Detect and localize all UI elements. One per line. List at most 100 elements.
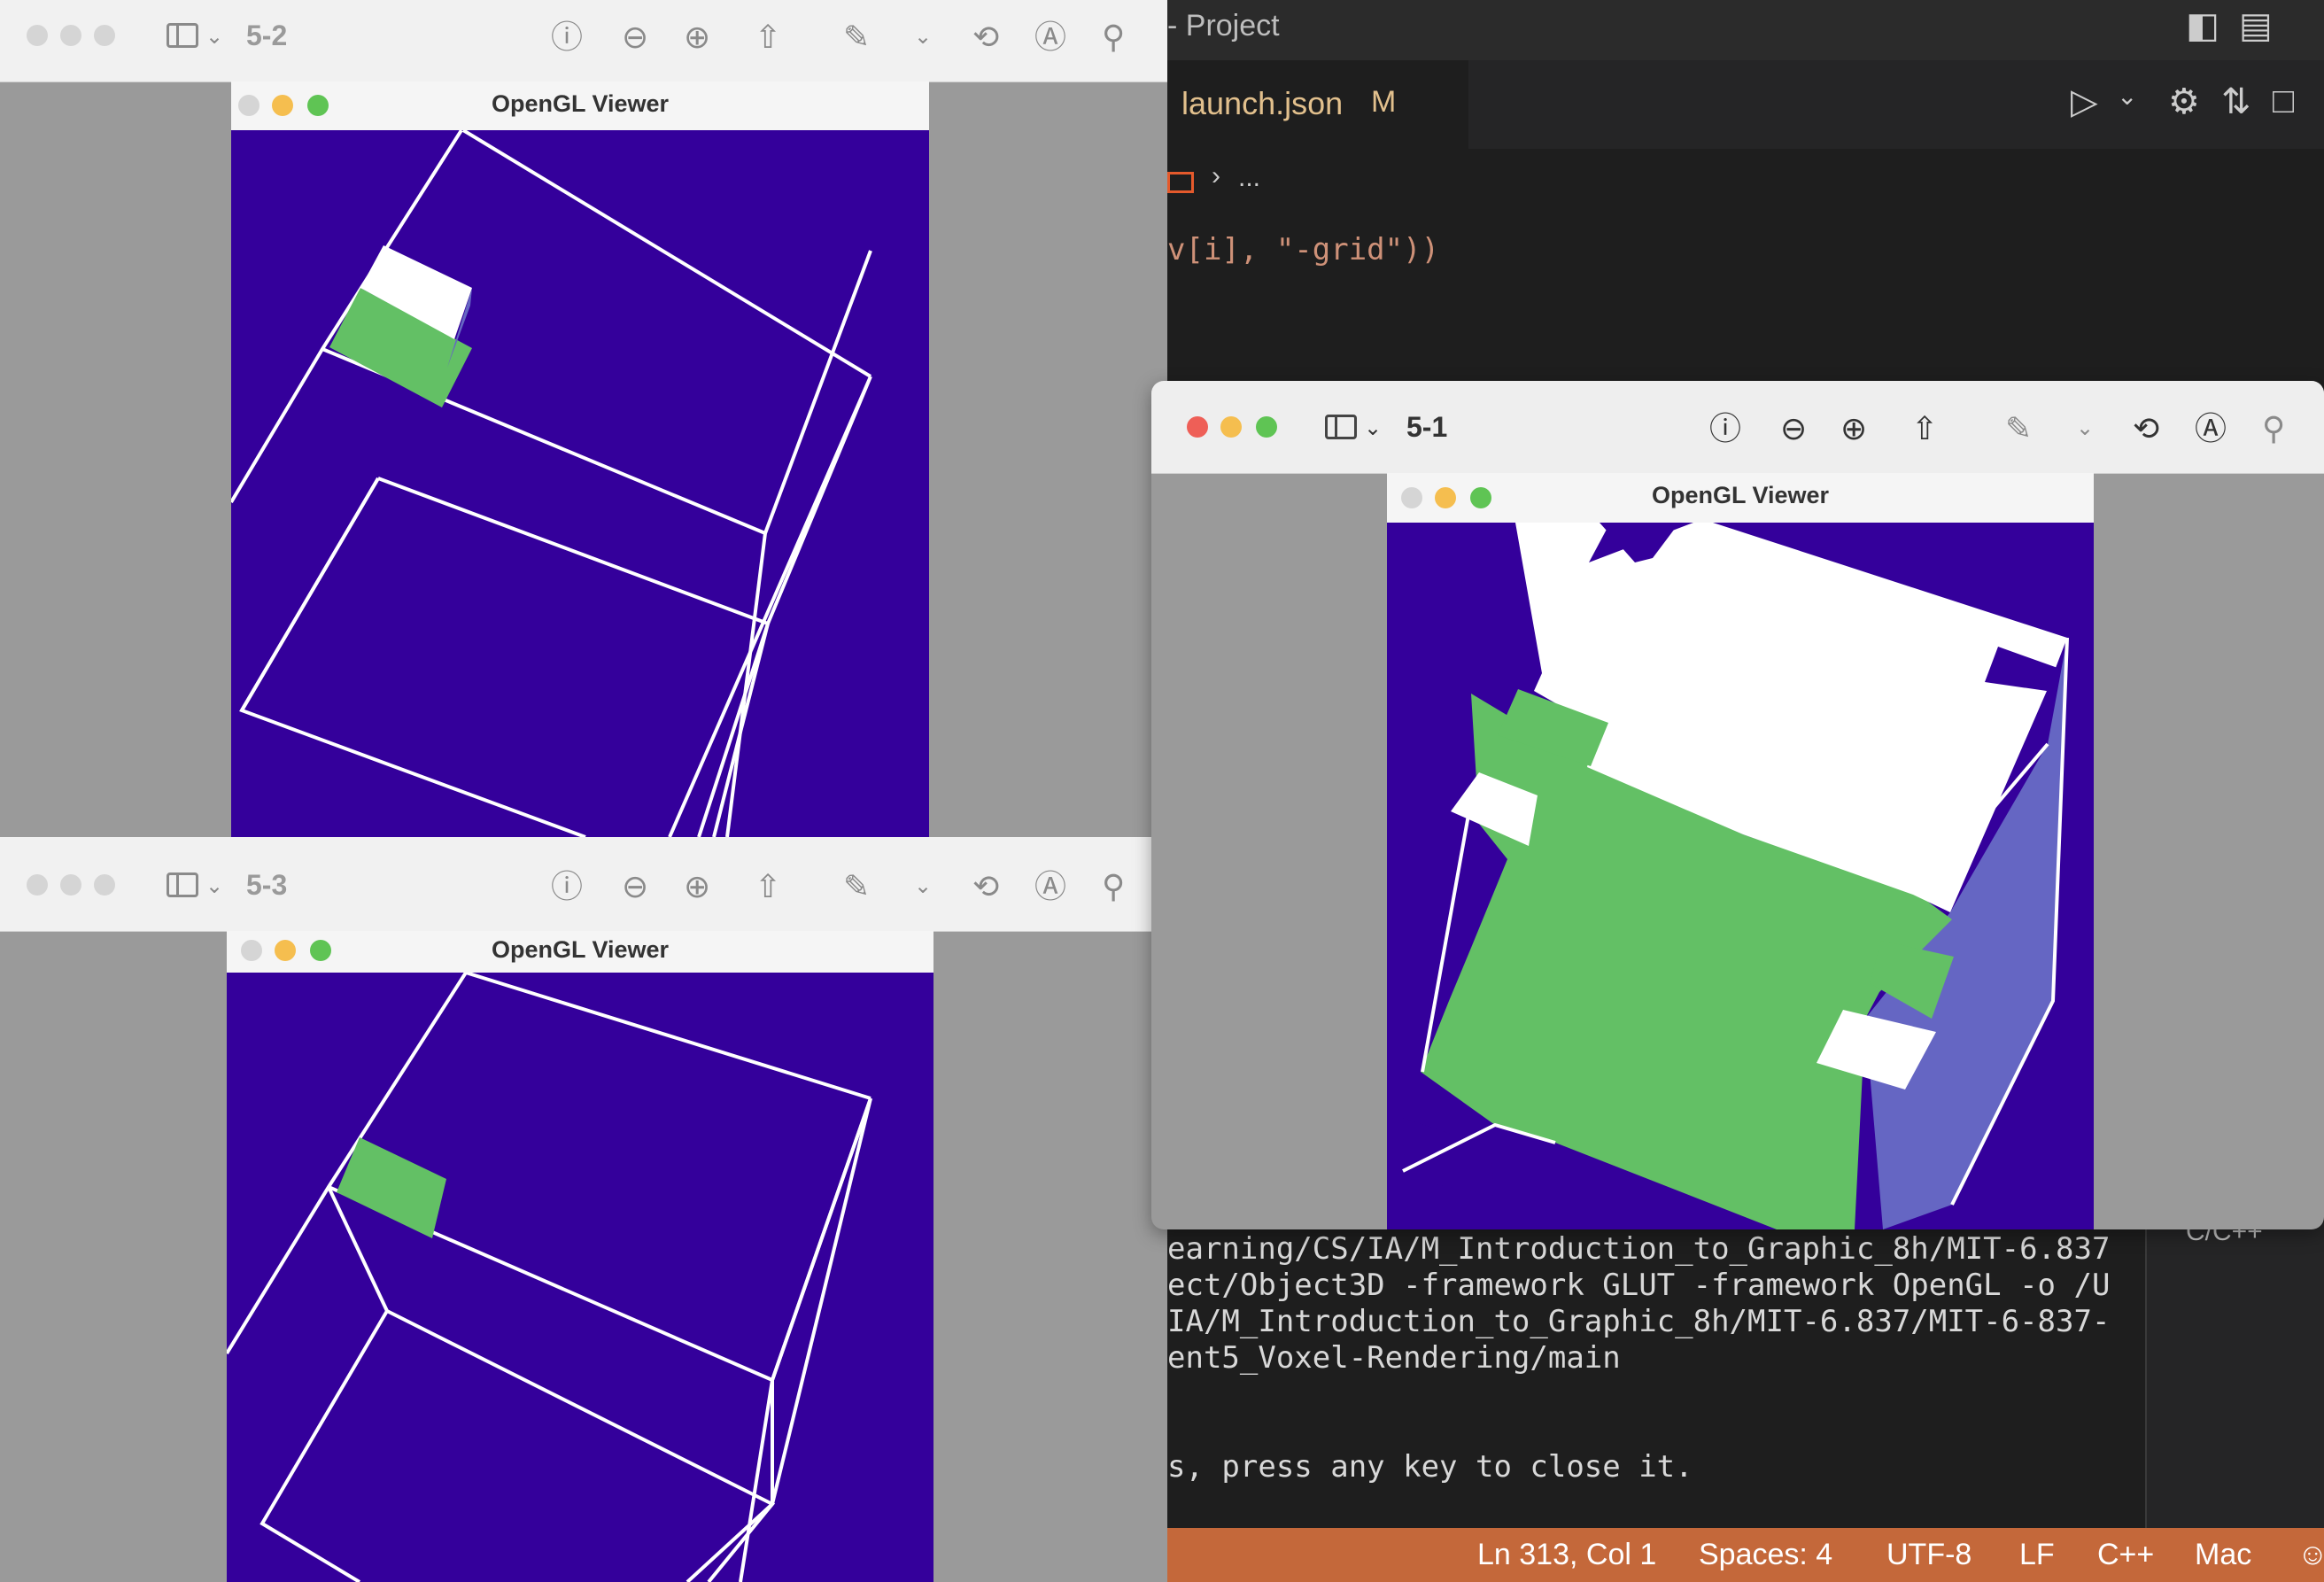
- code-line: v[i], "-grid")): [1167, 232, 1440, 268]
- info-icon[interactable]: ⓘ: [551, 18, 583, 57]
- rotate-icon[interactable]: ⟲: [2133, 409, 2159, 448]
- zoom-in-icon[interactable]: ⊕: [1840, 409, 1867, 448]
- run-debug-icon[interactable]: ▷: [2071, 81, 2098, 122]
- zoom-in-icon[interactable]: ⊕: [684, 18, 710, 57]
- sidebar-toggle-icon[interactable]: [167, 872, 198, 897]
- status-platform[interactable]: Mac: [2195, 1538, 2251, 1572]
- vscode-window-title: - Project: [1167, 9, 1280, 43]
- zoom-in-icon[interactable]: ⊕: [684, 867, 710, 906]
- terminal-list-panel: C/C++: [2145, 1217, 2324, 1528]
- terminal-line: IA/M_Introduction_to_Graphic_8h/MIT-6.83…: [1167, 1304, 2111, 1339]
- terminal[interactable]: earning/CS/IA/M_Introduction_to_Graphic_…: [1167, 1222, 2145, 1528]
- chevron-down-icon[interactable]: ⌄: [2117, 81, 2137, 111]
- render-canvas[interactable]: [231, 130, 929, 837]
- tab-label: launch.json: [1181, 85, 1344, 121]
- chevron-right-icon: ›: [1212, 161, 1220, 190]
- minimize-button[interactable]: [60, 874, 81, 896]
- info-icon[interactable]: ⓘ: [551, 867, 583, 906]
- close-button[interactable]: [27, 874, 48, 896]
- close-button[interactable]: [27, 25, 48, 46]
- info-icon[interactable]: ⓘ: [1709, 409, 1741, 448]
- breadcrumb-ellipsis[interactable]: ...: [1238, 163, 1260, 193]
- document-title: 5-1: [1406, 411, 1448, 443]
- rotate-icon[interactable]: ⟲: [972, 18, 999, 57]
- preview-toolbar: ⌄ 5-2 ⓘ ⊖ ⊕ ⇧ ✎ ⌄ ⟲ Ⓐ ⚲: [0, 0, 1167, 82]
- annotate-icon[interactable]: Ⓐ: [2195, 409, 2227, 448]
- pencil-icon[interactable]: ✎: [843, 18, 870, 57]
- minimize-button[interactable]: [1220, 416, 1242, 438]
- close-button[interactable]: [1187, 416, 1208, 438]
- document-title: 5-2: [246, 19, 288, 51]
- toggle-sidebar-icon[interactable]: ◧: [2186, 5, 2219, 46]
- zoom-out-icon[interactable]: ⊖: [1780, 409, 1807, 448]
- status-eol[interactable]: LF: [2019, 1538, 2055, 1572]
- search-icon[interactable]: ⚲: [2262, 409, 2285, 448]
- terminal-line: ent5_Voxel-Rendering/main: [1167, 1340, 1621, 1376]
- sidebar-toggle-icon[interactable]: [167, 23, 198, 48]
- opengl-viewer-5-1: OpenGL Viewer: [1387, 473, 2094, 1229]
- share-icon[interactable]: ⇧: [755, 867, 781, 906]
- preview-window-5-3: ⌄ 5-3 ⓘ ⊖ ⊕ ⇧ ✎ ⌄ ⟲ Ⓐ ⚲ OpenGL Viewer: [0, 837, 1151, 1582]
- chevron-down-icon[interactable]: ⌄: [205, 867, 223, 906]
- annotate-icon[interactable]: Ⓐ: [1034, 18, 1066, 57]
- status-cursor-position[interactable]: Ln 313, Col 1: [1477, 1538, 1656, 1572]
- terminal-line: ect/Object3D -framework GLUT -framework …: [1167, 1268, 2111, 1303]
- opengl-titlebar: OpenGL Viewer: [231, 81, 929, 131]
- breadcrumb-symbol-icon[interactable]: [1167, 172, 1194, 193]
- preview-toolbar: ⌄ 5-1 ⓘ ⊖ ⊕ ⇧ ✎ ⌄ ⟲ Ⓐ ⚲: [1151, 381, 2324, 474]
- pencil-icon[interactable]: ✎: [2005, 409, 2032, 448]
- preview-window-5-2: ⌄ 5-2 ⓘ ⊖ ⊕ ⇧ ✎ ⌄ ⟲ Ⓐ ⚲ OpenGL Viewer: [0, 0, 1167, 837]
- opengl-titlebar: OpenGL Viewer: [1387, 473, 2094, 523]
- gear-icon[interactable]: ⚙: [2168, 81, 2200, 122]
- opengl-title: OpenGL Viewer: [1651, 482, 1830, 508]
- pencil-icon[interactable]: ✎: [843, 867, 870, 906]
- preview-toolbar: ⌄ 5-3 ⓘ ⊖ ⊕ ⇧ ✎ ⌄ ⟲ Ⓐ ⚲: [0, 837, 1151, 932]
- zoom-button[interactable]: [94, 874, 115, 896]
- tab-launch-json[interactable]: launch.json M: [1167, 60, 1468, 149]
- split-editor-icon[interactable]: □: [2273, 81, 2294, 121]
- accounts-icon[interactable]: ☺: [2297, 1538, 2324, 1572]
- zoom-out-icon[interactable]: ⊖: [622, 18, 648, 57]
- terminal-line: earning/CS/IA/M_Introduction_to_Graphic_…: [1167, 1231, 2111, 1267]
- search-icon[interactable]: ⚲: [1102, 18, 1125, 57]
- breadcrumb: › ...: [1167, 149, 2324, 207]
- zoom-button[interactable]: [94, 25, 115, 46]
- zoom-out-icon[interactable]: ⊖: [622, 867, 648, 906]
- status-language[interactable]: C++: [2097, 1538, 2154, 1572]
- opengl-title: OpenGL Viewer: [491, 936, 670, 963]
- status-encoding[interactable]: UTF-8: [1886, 1538, 1972, 1572]
- render-canvas[interactable]: [227, 973, 933, 1582]
- render-canvas[interactable]: [1387, 523, 2094, 1229]
- chevron-down-icon[interactable]: ⌄: [914, 18, 932, 57]
- opengl-viewer-5-2: OpenGL Viewer: [231, 81, 929, 837]
- vscode-titlebar: - Project ◧ ▤: [1167, 0, 2324, 60]
- opengl-title: OpenGL Viewer: [491, 90, 670, 117]
- vscode-tabbar: launch.json M ▷ ⌄ ⚙ ⇅ □: [1167, 60, 2324, 149]
- preview-window-5-1: ⌄ 5-1 ⓘ ⊖ ⊕ ⇧ ✎ ⌄ ⟲ Ⓐ ⚲ OpenGL Viewer: [1151, 381, 2324, 1229]
- rotate-icon[interactable]: ⟲: [972, 867, 999, 906]
- status-indentation[interactable]: Spaces: 4: [1699, 1538, 1832, 1572]
- compare-changes-icon[interactable]: ⇅: [2221, 81, 2251, 122]
- opengl-viewer-5-3: OpenGL Viewer: [227, 931, 933, 1582]
- tab-modified-badge: M: [1371, 85, 1397, 119]
- chevron-down-icon[interactable]: ⌄: [2076, 409, 2094, 448]
- document-title: 5-3: [246, 869, 288, 901]
- sidebar-toggle-icon[interactable]: [1325, 415, 1357, 439]
- code-editor[interactable]: v[i], "-grid")): [1167, 207, 2324, 384]
- toggle-panel-icon[interactable]: ▤: [2239, 5, 2273, 46]
- minimize-button[interactable]: [60, 25, 81, 46]
- search-icon[interactable]: ⚲: [1102, 867, 1125, 906]
- chevron-down-icon[interactable]: ⌄: [1364, 409, 1382, 448]
- chevron-down-icon[interactable]: ⌄: [205, 18, 223, 57]
- terminal-output: earning/CS/IA/M_Introduction_to_Graphic_…: [1167, 1231, 2110, 1485]
- status-bar: Ln 313, Col 1 Spaces: 4 UTF-8 LF C++ Mac…: [1167, 1528, 2324, 1582]
- chevron-down-icon[interactable]: ⌄: [914, 867, 932, 906]
- terminal-line: s, press any key to close it.: [1167, 1449, 1693, 1485]
- share-icon[interactable]: ⇧: [1911, 409, 1938, 448]
- zoom-button[interactable]: [1256, 416, 1277, 438]
- annotate-icon[interactable]: Ⓐ: [1034, 867, 1066, 906]
- opengl-titlebar: OpenGL Viewer: [227, 931, 933, 973]
- share-icon[interactable]: ⇧: [755, 18, 781, 57]
